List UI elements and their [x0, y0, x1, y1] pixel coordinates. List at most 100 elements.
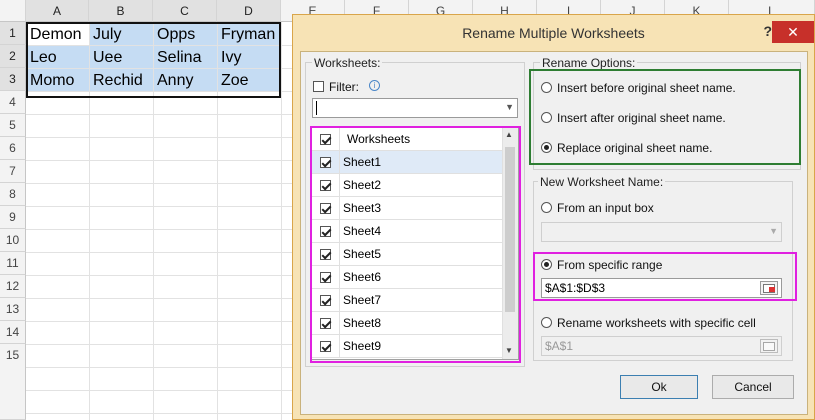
from-specific-range-label: From specific range	[557, 257, 663, 272]
rename-with-cell-radio[interactable]: Rename worksheets with specific cell	[541, 315, 756, 330]
list-item[interactable]: Sheet5	[312, 243, 504, 266]
cell-b1[interactable]: July	[90, 23, 153, 45]
cell-a1[interactable]: Demon	[27, 23, 89, 45]
chevron-up-icon[interactable]: ▲	[505, 130, 513, 139]
list-item[interactable]: Sheet8	[312, 312, 504, 335]
cell-d3[interactable]: Zoe	[218, 69, 280, 91]
chevron-down-icon: ▼	[769, 226, 778, 236]
worksheets-list[interactable]: Worksheets Sheet1 Sheet2 Sheet3 Sheet4 S…	[311, 127, 519, 360]
list-header-checkbox-cell[interactable]	[312, 128, 340, 150]
row-header-2[interactable]: 2	[0, 45, 26, 68]
sheet-checkbox[interactable]	[320, 341, 331, 353]
help-button[interactable]: ?	[763, 23, 772, 39]
list-item[interactable]: Sheet3	[312, 197, 504, 220]
list-header-row[interactable]: Worksheets	[312, 128, 504, 151]
sheet-checkbox[interactable]	[320, 318, 331, 330]
cell-c1[interactable]: Opps	[154, 23, 217, 45]
cell-c2[interactable]: Selina	[154, 46, 217, 68]
cell-d1[interactable]: Fryman	[218, 23, 280, 45]
ok-button[interactable]: Ok	[620, 375, 698, 399]
list-item[interactable]: Sheet6	[312, 266, 504, 289]
row-header-3[interactable]: 3	[0, 68, 26, 91]
insert-after-radio-dot[interactable]	[541, 112, 552, 124]
sheet-checkbox[interactable]	[320, 249, 331, 261]
cell-b3[interactable]: Rechid	[90, 69, 153, 91]
sheet-checkbox[interactable]	[320, 157, 331, 169]
row-header-11[interactable]: 11	[0, 252, 26, 275]
list-item[interactable]: Sheet9	[312, 335, 504, 358]
rename-options-group-label: Rename Options:	[540, 56, 638, 70]
row-header-9[interactable]: 9	[0, 206, 26, 229]
list-item-checkbox-cell[interactable]	[312, 312, 340, 334]
list-item[interactable]: Sheet2	[312, 174, 504, 197]
row-header-6[interactable]: 6	[0, 137, 26, 160]
column-header-b[interactable]: B	[89, 0, 153, 22]
cell-a2[interactable]: Leo	[27, 46, 89, 68]
from-input-box-radio[interactable]: From an input box	[541, 200, 654, 215]
list-item[interactable]: Sheet7	[312, 289, 504, 312]
insert-before-label: Insert before original sheet name.	[557, 80, 736, 95]
list-item-label: Sheet3	[343, 201, 382, 215]
chevron-down-icon[interactable]: ▼	[505, 102, 514, 112]
from-specific-range-radio[interactable]: From specific range	[541, 257, 662, 272]
row-header-15[interactable]: 15	[0, 344, 26, 420]
insert-after-radio[interactable]: Insert after original sheet name.	[541, 110, 726, 125]
sheet-checkbox[interactable]	[320, 295, 331, 307]
insert-before-radio[interactable]: Insert before original sheet name.	[541, 80, 736, 95]
sheet-checkbox[interactable]	[320, 272, 331, 284]
cell-d2[interactable]: Ivy	[218, 46, 280, 68]
row-header-8[interactable]: 8	[0, 183, 26, 206]
cell-b2[interactable]: Uee	[90, 46, 153, 68]
filter-checkbox[interactable]: Filter:	[313, 79, 359, 94]
dialog-title: Rename Multiple Worksheets	[462, 25, 645, 41]
list-item-checkbox-cell[interactable]	[312, 266, 340, 288]
rename-with-cell-radio-dot[interactable]	[541, 317, 552, 329]
sheet-checkbox[interactable]	[320, 180, 331, 192]
row-header-4[interactable]: 4	[0, 91, 26, 114]
filter-checkbox-box[interactable]	[313, 81, 324, 93]
sheet-checkbox[interactable]	[320, 226, 331, 238]
row-header-14[interactable]: 14	[0, 321, 26, 344]
info-icon[interactable]: i	[369, 80, 380, 91]
list-item[interactable]: Sheet1	[312, 151, 504, 174]
row-header-12[interactable]: 12	[0, 275, 26, 298]
chevron-down-icon[interactable]: ▼	[505, 346, 513, 355]
cell-a3[interactable]: Momo	[27, 69, 89, 91]
column-header-d[interactable]: D	[217, 0, 281, 22]
list-item-checkbox-cell[interactable]	[312, 243, 340, 265]
from-specific-range-radio-dot[interactable]	[541, 259, 552, 271]
insert-after-label: Insert after original sheet name.	[557, 110, 726, 125]
list-item-checkbox-cell[interactable]	[312, 220, 340, 242]
range-input[interactable]: $A$1:$D$3	[541, 278, 782, 298]
row-header-13[interactable]: 13	[0, 298, 26, 321]
select-all-checkbox[interactable]	[320, 134, 331, 146]
list-item-label: Sheet8	[343, 316, 382, 330]
sheet-checkbox[interactable]	[320, 203, 331, 215]
range-picker-icon[interactable]	[760, 281, 778, 295]
close-button[interactable]: ✕	[772, 21, 814, 43]
cell-c3[interactable]: Anny	[154, 69, 217, 91]
list-item-checkbox-cell[interactable]	[312, 151, 340, 173]
list-item-checkbox-cell[interactable]	[312, 174, 340, 196]
column-header-c[interactable]: C	[153, 0, 217, 22]
filter-combo[interactable]: ▼	[312, 98, 518, 118]
list-item-checkbox-cell[interactable]	[312, 335, 340, 357]
cancel-button[interactable]: Cancel	[712, 375, 794, 399]
replace-original-radio[interactable]: Replace original sheet name.	[541, 140, 712, 155]
list-item-checkbox-cell[interactable]	[312, 289, 340, 311]
scrollbar-thumb[interactable]	[505, 147, 515, 312]
from-input-box-label: From an input box	[557, 200, 654, 215]
row-header-7[interactable]: 7	[0, 160, 26, 183]
column-header-a[interactable]: A	[26, 0, 89, 22]
insert-before-radio-dot[interactable]	[541, 82, 552, 94]
list-item-checkbox-cell[interactable]	[312, 197, 340, 219]
select-all-corner[interactable]	[0, 0, 26, 22]
list-scrollbar[interactable]: ▲ ▼	[502, 128, 518, 359]
replace-original-radio-dot[interactable]	[541, 142, 552, 154]
row-header-5[interactable]: 5	[0, 114, 26, 137]
list-item[interactable]: Sheet4	[312, 220, 504, 243]
row-header-10[interactable]: 10	[0, 229, 26, 252]
from-input-box-radio-dot[interactable]	[541, 202, 552, 214]
row-header-1[interactable]: 1	[0, 22, 26, 45]
list-item-label: Sheet1	[343, 155, 382, 169]
